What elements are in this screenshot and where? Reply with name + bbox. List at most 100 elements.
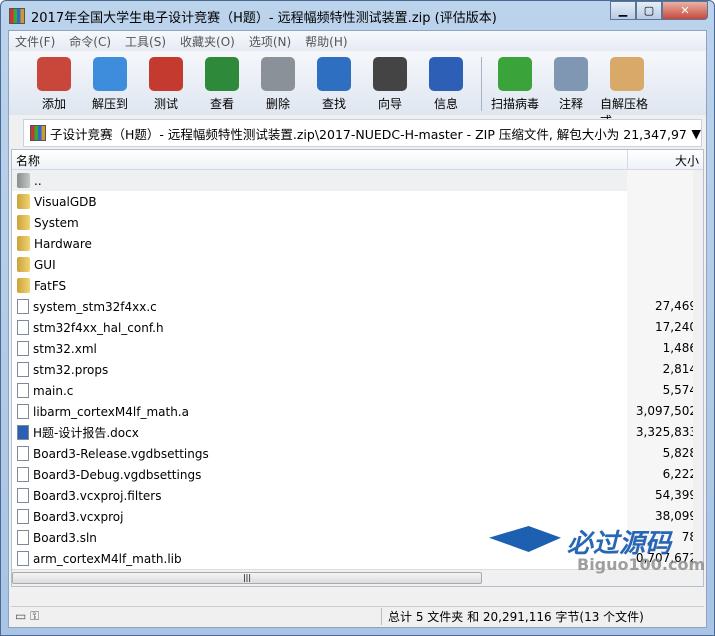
menu-item-2[interactable]: 工具(S) [125,33,166,50]
file-row[interactable]: System [12,212,703,233]
file-row[interactable]: stm32.props 2,814 [12,359,703,380]
file-icon [17,488,29,503]
file-row[interactable]: Board3-Release.vgdbsettings 5,828 [12,443,703,464]
toolbar-button-5[interactable]: 查找 [307,57,361,112]
file-icon [17,530,29,545]
file-name: Board3.vcxproj.filters [33,488,162,503]
chevron-down-icon[interactable]: ▼ [691,126,701,141]
minimize-button[interactable]: ▁ [610,1,636,20]
address-bar[interactable]: 子设计竞赛（H题）- 远程幅频特性测试装置.zip\2017-NUEDC-H-m… [23,119,702,147]
status-icons: ▭ ⚿ [15,609,40,623]
file-name: Board3-Release.vgdbsettings [33,446,209,461]
file-row[interactable]: H题-设计报告.docx 3,325,833 [12,422,703,443]
file-name: FatFS [34,278,67,293]
menu-item-1[interactable]: 命令(C) [69,33,111,50]
file-name: system_stm32f4xx.c [33,299,157,314]
file-icon [17,299,29,314]
horizontal-scrollbar[interactable]: ||| [12,569,703,586]
vertical-scrollbar[interactable] [693,170,703,566]
file-row[interactable]: GUI [12,254,703,275]
toolbar-button-1[interactable]: 解压到 [83,57,137,112]
file-row[interactable]: libarm_cortexM4lf_math.a 3,097,502 [12,401,703,422]
file-size: 3,325,833 [627,422,703,443]
menu-item-4[interactable]: 选项(N) [249,33,291,50]
toolbar-button-7[interactable]: 信息 [419,57,473,112]
file-icon [17,320,29,335]
wizard-wand-icon [373,57,407,91]
toolbar-button-6[interactable]: 向导 [363,57,417,112]
scroll-thumb[interactable]: ||| [12,572,482,584]
file-row[interactable]: Board3-Debug.vgdbsettings 6,222 [12,464,703,485]
archive-icon [30,125,46,141]
toolbar-label: 查找 [321,97,346,111]
file-name: GUI [34,257,56,272]
file-size: 3,097,502 [627,401,703,422]
folder-icon [17,194,30,209]
column-header-size[interactable]: 大小 [627,150,703,169]
winrar-app-icon [9,8,25,24]
file-size [627,254,703,275]
toolbar-button-2[interactable]: 测试 [139,57,193,112]
toolbar-label: 向导 [377,97,402,111]
file-icon [17,509,29,524]
menu-item-0[interactable]: 文件(F) [15,33,55,50]
file-name: libarm_cortexM4lf_math.a [33,404,189,419]
file-size [627,233,703,254]
toolbar-label: 查看 [209,97,234,111]
menu-item-3[interactable]: 收藏夹(O) [180,33,235,50]
file-row[interactable]: .. [12,170,703,191]
file-row[interactable]: Board3.vcxproj 38,099 [12,506,703,527]
file-size [627,170,703,191]
info-icon [429,57,463,91]
file-name: .. [34,173,42,188]
file-row[interactable]: FatFS [12,275,703,296]
column-header-name[interactable]: 名称 [12,150,627,169]
menu-bar: 文件(F) 命令(C) 工具(S) 收藏夹(O) 选项(N) 帮助(H) [9,31,706,51]
file-row[interactable]: Board3.sln 78 [12,527,703,548]
toolbar-button-9[interactable]: 注释 [544,57,598,112]
file-icon [17,404,29,419]
file-row[interactable]: system_stm32f4xx.c 27,469 [12,296,703,317]
file-size: 5,828 [627,443,703,464]
toolbar-button-3[interactable]: 查看 [195,57,249,112]
file-size: 5,574 [627,380,703,401]
window-title: 2017年全国大学生电子设计竞赛（H题）- 远程幅频特性测试装置.zip (评估… [31,10,497,26]
folder-icon [17,236,30,251]
file-row[interactable]: stm32f4xx_hal_conf.h 17,240 [12,317,703,338]
toolbar-label: 解压到 [91,97,128,111]
toolbar-button-0[interactable]: 添加 [27,57,81,112]
file-row[interactable]: VisualGDB [12,191,703,212]
file-size [627,212,703,233]
file-icon [17,383,29,398]
toolbar: 添加解压到测试查看删除查找向导信息扫描病毒注释自解压格式 [9,51,706,128]
file-name: stm32f4xx_hal_conf.h [33,320,164,335]
file-name: Board3.vcxproj [33,509,124,524]
status-summary: 总计 5 文件夹 和 20,291,116 字节(13 个文件) [381,608,704,625]
file-row[interactable]: Hardware [12,233,703,254]
comment-icon [554,57,588,91]
toolbar-label: 注释 [558,97,583,111]
folder-icon [17,215,30,230]
file-name: System [34,215,79,230]
extract-folder-icon [93,57,127,91]
toolbar-button-4[interactable]: 删除 [251,57,305,112]
status-bar: ▭ ⚿ 总计 5 文件夹 和 20,291,116 字节(13 个文件) [11,606,704,626]
close-button[interactable]: ✕ [662,1,708,20]
title-bar: 2017年全国大学生电子设计竞赛（H题）- 远程幅频特性测试装置.zip (评估… [9,5,497,27]
folder-icon [17,278,30,293]
file-row[interactable]: arm_cortexM4lf_math.lib 0,707,672 [12,548,703,569]
file-list: 名称 大小 .. VisualGDB System Hardware GUI FatFS s… [11,149,704,587]
file-size: 78 [627,527,703,548]
toolbar-button-8[interactable]: 扫描病毒 [488,57,542,112]
file-icon [17,341,29,356]
file-icon [17,446,29,461]
file-row[interactable]: Board3.vcxproj.filters 54,399 [12,485,703,506]
parent-folder-icon [17,173,30,188]
file-name: arm_cortexM4lf_math.lib [33,551,182,566]
menu-item-5[interactable]: 帮助(H) [305,33,347,50]
word-document-icon [17,425,29,440]
file-row[interactable]: stm32.xml 1,486 [12,338,703,359]
file-name: H题-设计报告.docx [33,426,139,440]
file-row[interactable]: main.c 5,574 [12,380,703,401]
maximize-button[interactable]: ▢ [636,1,662,20]
